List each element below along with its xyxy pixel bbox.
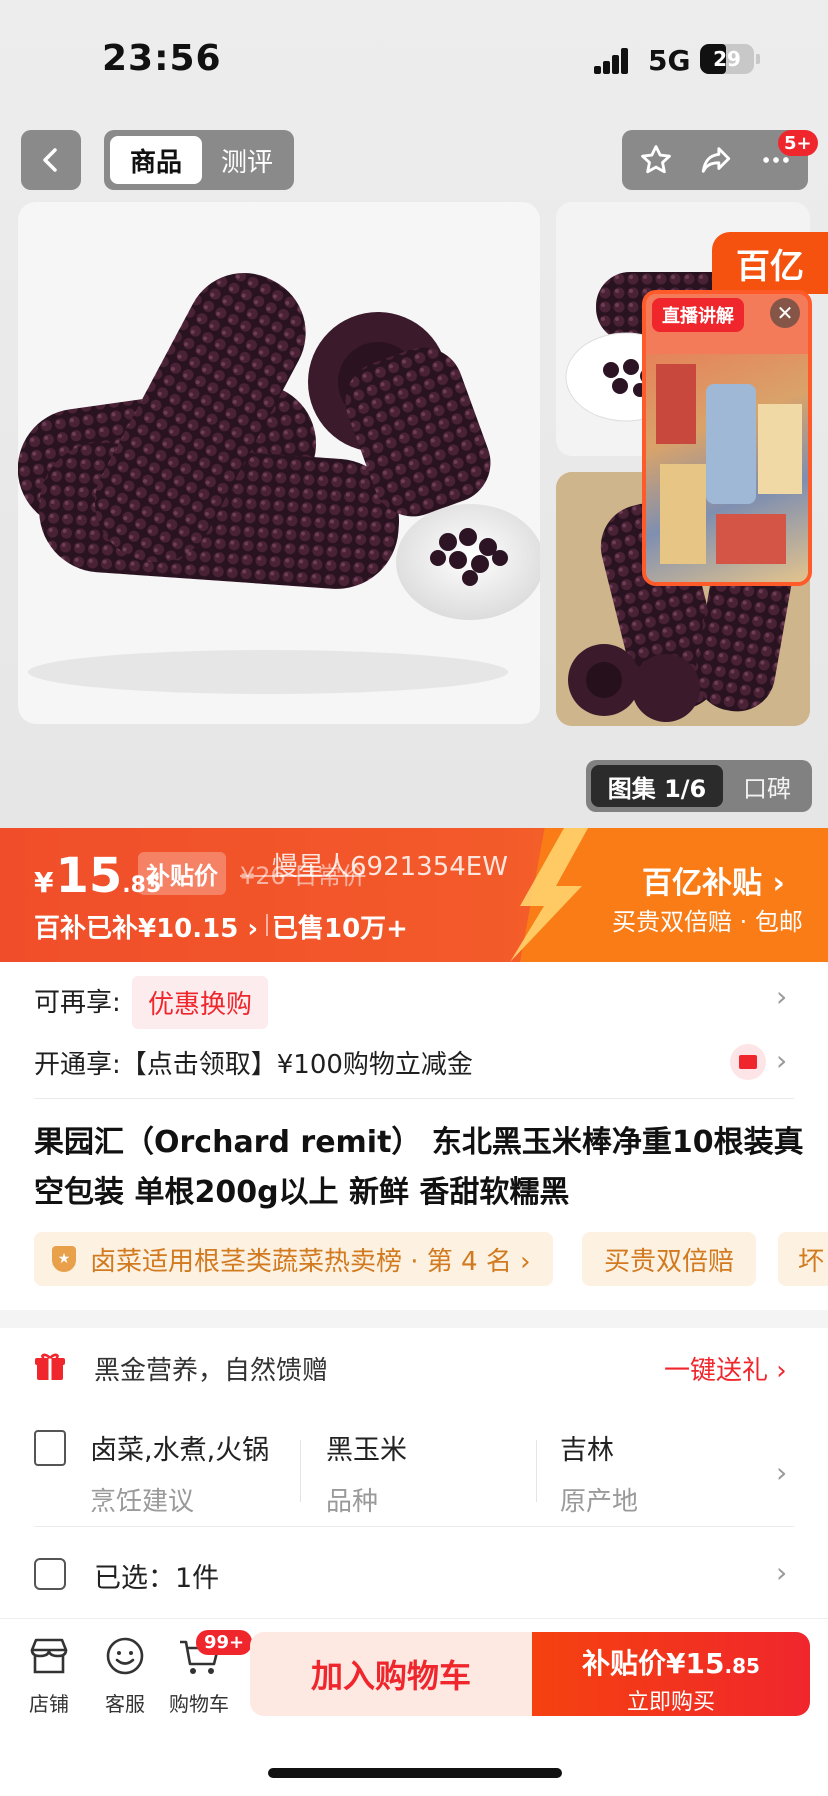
spec-divider <box>300 1440 301 1502</box>
close-icon: ✕ <box>776 301 794 325</box>
price-currency: ¥ <box>34 866 54 899</box>
spec-item-origin[interactable]: 吉林 原产地 <box>560 1428 638 1518</box>
spec-value: 卤菜,水煮,火锅 <box>90 1435 270 1466</box>
price-integer: 15 <box>55 848 123 904</box>
service-icon <box>106 1637 144 1675</box>
add-to-cart-button[interactable]: 加入购物车 <box>250 1632 532 1716</box>
trade-in-tag[interactable]: 优惠换购 <box>132 976 269 1029</box>
brand-subsidy-note: 买贵双倍赔 · 包邮 <box>612 908 803 936</box>
banner-divider <box>266 914 268 936</box>
subsidized-amount[interactable]: 百补已补¥10.15 › <box>34 908 258 945</box>
service-label: 客服 <box>105 1692 145 1716</box>
chevron-right-icon[interactable]: › <box>776 1456 787 1489</box>
subsidy-price-tag: 补贴价 <box>138 852 226 895</box>
tab-product[interactable]: 商品 <box>110 136 202 184</box>
divider <box>34 1526 794 1527</box>
watermark-text: 慢星人6921354EW <box>272 852 508 882</box>
spec-value: 黑玉米 <box>326 1435 407 1466</box>
back-icon <box>43 148 57 172</box>
ranking-badge-icon: ★ <box>52 1246 76 1272</box>
ranking-pill[interactable]: ★ 卤菜适用根茎类蔬菜热卖榜 · 第 4 名 › <box>34 1232 553 1286</box>
album-tab-gallery[interactable]: 图集 1/6 <box>591 765 723 807</box>
share-icon <box>701 147 731 173</box>
more-badge: 5+ <box>778 130 818 156</box>
store-icon <box>30 1638 68 1674</box>
top-segment-tabs: 商品 测评 <box>104 130 294 190</box>
cart-count-badge: 99+ <box>196 1630 253 1655</box>
live-stream-card[interactable] <box>642 290 812 586</box>
product-main-image[interactable] <box>18 202 540 724</box>
section-gap <box>0 1310 828 1328</box>
spec-doc-icon <box>34 1430 66 1466</box>
battery-tip <box>756 54 760 64</box>
double-compensation-pill[interactable]: 买贵双倍赔 <box>582 1232 757 1286</box>
live-label: 直播讲解 <box>652 298 744 332</box>
tab-review[interactable]: 测评 <box>204 136 290 184</box>
sold-count: 已售10万+ <box>272 914 408 944</box>
selected-quantity[interactable]: 已选：1件 <box>94 1556 219 1595</box>
network-label: 5G <box>648 44 691 77</box>
battery-level: 29 <box>713 47 741 71</box>
card-icon <box>730 1044 766 1080</box>
offer-row-1-label: 可再享: <box>34 988 121 1018</box>
lightning-decoration <box>510 828 588 962</box>
selected-icon <box>34 1558 66 1590</box>
spec-key: 烹饪建议 <box>90 1487 195 1517</box>
chevron-right-icon[interactable]: › <box>776 1044 787 1077</box>
share-button[interactable] <box>686 130 746 190</box>
spec-item-variety[interactable]: 黑玉米 品种 <box>326 1428 407 1518</box>
spec-item-cooking[interactable]: 卤菜,水煮,火锅 烹饪建议 <box>90 1428 269 1518</box>
spec-divider <box>536 1440 537 1502</box>
signal-icon <box>594 48 638 74</box>
live-stream-preview <box>646 294 808 564</box>
album-tab-reviews[interactable]: 口碑 <box>726 765 808 807</box>
service-button[interactable]: 客服 <box>94 1636 156 1717</box>
gift-icon <box>35 1353 65 1380</box>
buy-now-label: 立即购买 <box>626 1690 715 1715</box>
send-gift-button[interactable]: 一键送礼 › <box>664 1350 787 1387</box>
status-time: 23:56 <box>102 38 222 79</box>
brand-subsidy-tab[interactable]: 百亿 <box>712 232 828 294</box>
favorite-button[interactable] <box>626 130 686 190</box>
store-button[interactable]: 店铺 <box>18 1636 80 1717</box>
black-corn-photo <box>18 273 540 694</box>
store-label: 店铺 <box>29 1692 69 1716</box>
spec-key: 品种 <box>326 1487 379 1517</box>
buy-now-button[interactable]: 补贴价¥15.85 立即购买 <box>532 1632 810 1716</box>
product-title: 果园汇（Orchard remit） 东北黑玉米棒净重10根装真空包装 单根20… <box>34 1125 804 1210</box>
chevron-right-icon[interactable]: › <box>776 980 787 1013</box>
divider <box>34 1098 794 1099</box>
buy-now-price: 补贴价¥15.85 <box>582 1647 760 1680</box>
back-button[interactable] <box>21 130 81 190</box>
spec-value: 吉林 <box>560 1435 614 1466</box>
offer-row-2-label[interactable]: 开通享:【点击领取】¥100购物立减金 <box>34 1044 473 1081</box>
brand-subsidy-link[interactable]: 百亿补贴 › <box>642 858 785 902</box>
guarantee-pill[interactable]: 坏 <box>778 1232 828 1286</box>
gift-slogan: 黑金营养，自然馈赠 <box>94 1356 329 1386</box>
home-indicator <box>268 1768 562 1778</box>
battery-icon: 29 <box>700 44 754 74</box>
ranking-pill-text: 卤菜适用根茎类蔬菜热卖榜 · 第 4 名 › <box>90 1246 531 1277</box>
close-live-button[interactable]: ✕ <box>770 298 800 328</box>
star-icon <box>641 145 671 174</box>
chevron-right-icon[interactable]: › <box>776 1556 787 1589</box>
spec-key: 原产地 <box>560 1487 639 1517</box>
album-switch: 图集 1/6 口碑 <box>586 760 812 812</box>
cart-label: 购物车 <box>169 1692 229 1716</box>
